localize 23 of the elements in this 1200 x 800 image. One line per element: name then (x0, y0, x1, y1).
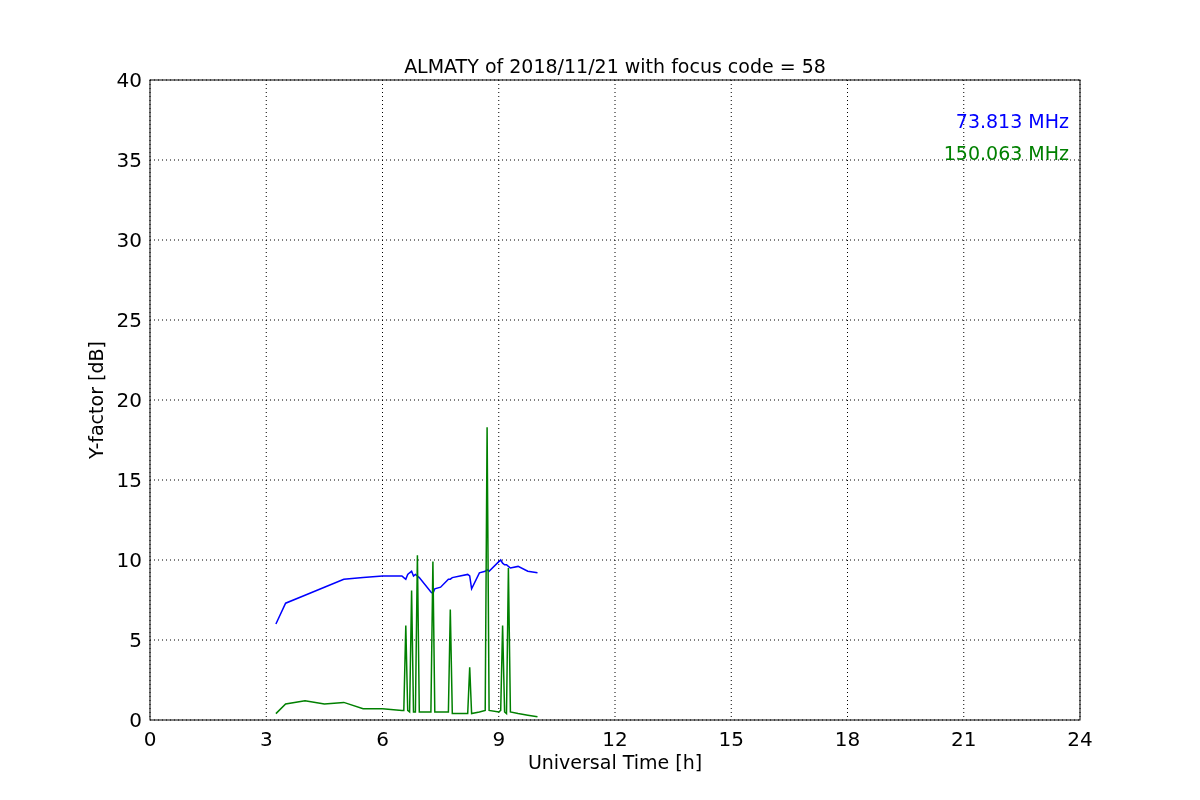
y-tick-label: 25 (116, 308, 142, 332)
legend-label: 150.063 MHz (943, 142, 1069, 164)
x-tick-label: 15 (718, 727, 744, 751)
y-tick-label: 10 (116, 548, 142, 572)
x-tick-label: 9 (492, 727, 506, 751)
x-tick-label: 3 (259, 727, 273, 751)
y-tick-label: 20 (116, 388, 142, 412)
y-tick-label: 5 (129, 628, 142, 652)
x-tick-label: 12 (602, 727, 628, 751)
legend-label: 73.813 MHz (955, 110, 1069, 132)
y-axis-label: Y-factor [dB] (85, 341, 107, 459)
chart-title: ALMATY of 2018/11/21 with focus code = 58 (404, 55, 826, 77)
x-tick-label: 18 (834, 727, 861, 751)
y-tick-label: 15 (116, 468, 142, 492)
y-tick-label: 30 (116, 228, 142, 252)
x-tick-label: 6 (376, 727, 389, 751)
x-tick-label: 0 (143, 727, 157, 751)
y-tick-label: 0 (129, 708, 142, 732)
x-tick-label: 24 (1067, 727, 1093, 751)
x-tick-label: 21 (951, 727, 977, 751)
x-axis-label: Universal Time [h] (527, 751, 703, 773)
y-tick-label: 35 (116, 148, 142, 172)
y-tick-label: 40 (116, 68, 142, 92)
